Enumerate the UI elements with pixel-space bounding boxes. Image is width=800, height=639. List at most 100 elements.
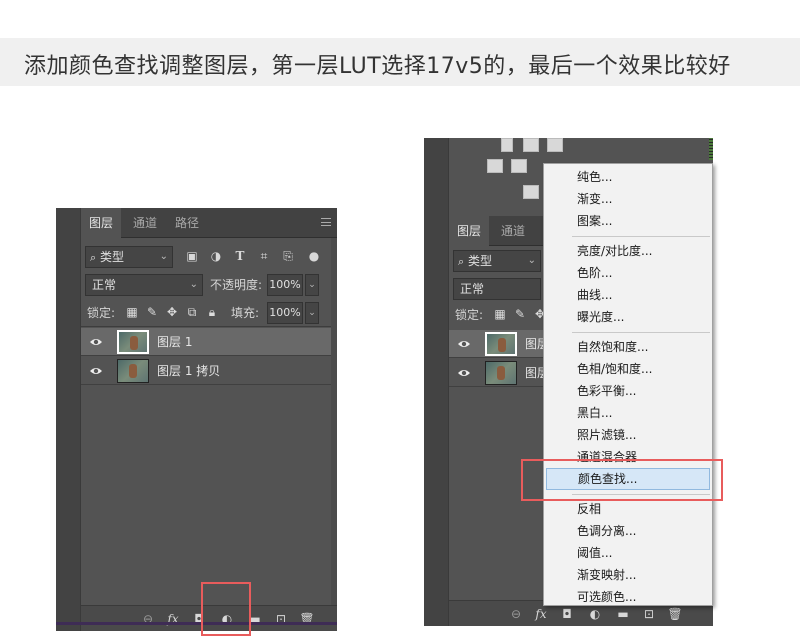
- lock-label: 锁定:: [455, 308, 484, 322]
- fill-label: 填充:: [231, 306, 260, 320]
- panel-dock-strip: [424, 138, 448, 626]
- highlight-box-color-lookup: [521, 459, 723, 501]
- filter-kind-select[interactable]: ⌕ 类型 ⌄: [85, 246, 173, 268]
- opacity-input[interactable]: 100%: [267, 274, 303, 296]
- tab-paths[interactable]: 路径: [167, 208, 207, 238]
- adjustment-preset-icon[interactable]: [511, 159, 527, 173]
- menu-item[interactable]: 色调分离...: [544, 520, 712, 542]
- adjustment-layer-icon[interactable]: ◐: [587, 606, 603, 622]
- filter-kind-select[interactable]: ⌕ 类型 ⌄: [453, 250, 541, 272]
- menu-item[interactable]: 可选颜色...: [544, 586, 712, 608]
- layer-thumbnail: [117, 330, 149, 354]
- adjustment-preset-icon[interactable]: [523, 185, 539, 199]
- menu-item[interactable]: 自然饱和度...: [544, 336, 712, 358]
- lock-image-icon[interactable]: ✎: [513, 307, 527, 321]
- layer-name: 图层 1: [157, 335, 193, 349]
- folder-icon[interactable]: ▬: [615, 606, 631, 622]
- opacity-label: 不透明度:: [210, 278, 263, 292]
- lock-transparent-icon[interactable]: ▦: [125, 305, 139, 319]
- eye-icon[interactable]: [457, 366, 471, 380]
- lock-position-icon[interactable]: ✥: [165, 305, 179, 319]
- chevron-down-icon: ⌄: [159, 251, 168, 262]
- blend-mode-select[interactable]: 正常 ⌄: [85, 274, 203, 296]
- highlight-box-adjustment: [201, 582, 251, 636]
- menu-item[interactable]: 图案...: [544, 210, 712, 232]
- color-bar: [709, 138, 713, 160]
- fx-icon[interactable]: fx: [533, 606, 549, 622]
- menu-item[interactable]: 纯色...: [544, 166, 712, 188]
- menu-item[interactable]: 反相: [544, 498, 712, 520]
- trash-icon[interactable]: 🗑︎: [667, 606, 683, 622]
- lock-transparent-icon[interactable]: ▦: [493, 307, 507, 321]
- eye-icon[interactable]: [89, 364, 103, 378]
- layer-row[interactable]: 图层 1: [81, 328, 331, 356]
- layer-name: 图层 1 拷贝: [157, 364, 221, 378]
- shape-filter-icon[interactable]: ⌗: [257, 249, 271, 263]
- filter-toggle-icon[interactable]: ●: [307, 249, 321, 263]
- adjustment-filter-icon[interactable]: ◑: [209, 249, 223, 263]
- fill-dropdown[interactable]: ⌄: [305, 302, 319, 324]
- layers-panel-body: 图层 通道 路径 ⌕ 类型 ⌄ ▣ ◑ T ⌗ ⎘ ● 正常 ⌄ 不透明度: 1…: [80, 208, 337, 631]
- blend-mode-select[interactable]: 正常: [453, 278, 541, 300]
- menu-item[interactable]: 黑白...: [544, 402, 712, 424]
- eye-icon[interactable]: [457, 337, 471, 351]
- filter-kind-label: 类型: [100, 250, 125, 264]
- scrollbar[interactable]: [331, 238, 337, 605]
- search-icon: ⌕: [458, 255, 465, 268]
- lock-label: 锁定:: [87, 306, 116, 320]
- layer-row[interactable]: 图层 1 拷贝: [81, 357, 331, 385]
- tab-channels[interactable]: 通道: [493, 216, 533, 246]
- layer-mask-icon[interactable]: ◘: [559, 606, 575, 622]
- layer-thumbnail: [485, 332, 517, 356]
- adjustment-preset-icon[interactable]: [501, 138, 513, 152]
- lock-all-icon[interactable]: 🔒︎: [205, 305, 219, 319]
- opacity-dropdown[interactable]: ⌄: [305, 274, 319, 296]
- pixel-filter-icon[interactable]: ▣: [185, 249, 199, 263]
- panel-menu-icon[interactable]: [321, 218, 331, 226]
- tab-layers[interactable]: 图层: [81, 208, 122, 238]
- menu-item[interactable]: 阈值...: [544, 542, 712, 564]
- panel-dock-strip: [56, 208, 80, 631]
- menu-separator: [572, 332, 710, 333]
- menu-item[interactable]: 色阶...: [544, 262, 712, 284]
- menu-item[interactable]: 渐变映射...: [544, 564, 712, 586]
- layers-divider: [81, 326, 337, 327]
- adjustment-menu: 纯色... 渐变... 图案... 亮度/对比度... 色阶... 曲线... …: [543, 163, 713, 606]
- lock-artboard-icon[interactable]: ⧉: [185, 305, 199, 319]
- menu-item[interactable]: 色相/饱和度...: [544, 358, 712, 380]
- smart-object-filter-icon[interactable]: ⎘: [281, 249, 295, 263]
- blend-row: 正常 ⌄ 不透明度: 100% ⌄: [81, 274, 337, 296]
- chevron-down-icon: ⌄: [189, 279, 198, 290]
- filter-kind-label: 类型: [468, 254, 493, 268]
- layer-thumbnail: [485, 361, 517, 385]
- filter-row: ⌕ 类型 ⌄ ▣ ◑ T ⌗ ⎘ ●: [81, 246, 337, 268]
- search-icon: ⌕: [90, 251, 97, 264]
- menu-item[interactable]: 曝光度...: [544, 306, 712, 328]
- link-layers-icon[interactable]: ⊖: [508, 606, 524, 622]
- layers-panel-left: 图层 通道 路径 ⌕ 类型 ⌄ ▣ ◑ T ⌗ ⎘ ● 正常 ⌄ 不透明度: 1…: [56, 208, 337, 631]
- lock-image-icon[interactable]: ✎: [145, 305, 159, 319]
- tab-layers[interactable]: 图层: [449, 216, 490, 246]
- caption-text: 添加颜色查找调整图层，第一层LUT选择17v5的，最后一个效果比较好: [24, 54, 731, 79]
- canvas-edge: [56, 622, 337, 625]
- blend-mode-label: 正常: [92, 278, 117, 292]
- adjustment-preset-icon[interactable]: [523, 138, 539, 152]
- menu-item[interactable]: 照片滤镜...: [544, 424, 712, 446]
- eye-icon[interactable]: [89, 335, 103, 349]
- menu-item[interactable]: 渐变...: [544, 188, 712, 210]
- type-filter-icon[interactable]: T: [233, 249, 247, 263]
- chevron-down-icon: ⌄: [527, 255, 536, 266]
- fill-input[interactable]: 100%: [267, 302, 303, 324]
- menu-separator: [572, 236, 710, 237]
- tab-channels[interactable]: 通道: [125, 208, 165, 238]
- adjustment-preset-icon[interactable]: [547, 138, 563, 152]
- panel-tabs: 图层 通道 路径: [81, 208, 337, 238]
- menu-item[interactable]: 色彩平衡...: [544, 380, 712, 402]
- adjustment-preset-icon[interactable]: [487, 159, 503, 173]
- lock-row: 锁定: ▦ ✎ ✥ ⧉ 🔒︎ 填充: 100% ⌄: [81, 302, 337, 324]
- blend-mode-label: 正常: [460, 282, 485, 296]
- layer-thumbnail: [117, 359, 149, 383]
- new-layer-icon[interactable]: ⊡: [641, 606, 657, 622]
- menu-item[interactable]: 曲线...: [544, 284, 712, 306]
- menu-item[interactable]: 亮度/对比度...: [544, 240, 712, 262]
